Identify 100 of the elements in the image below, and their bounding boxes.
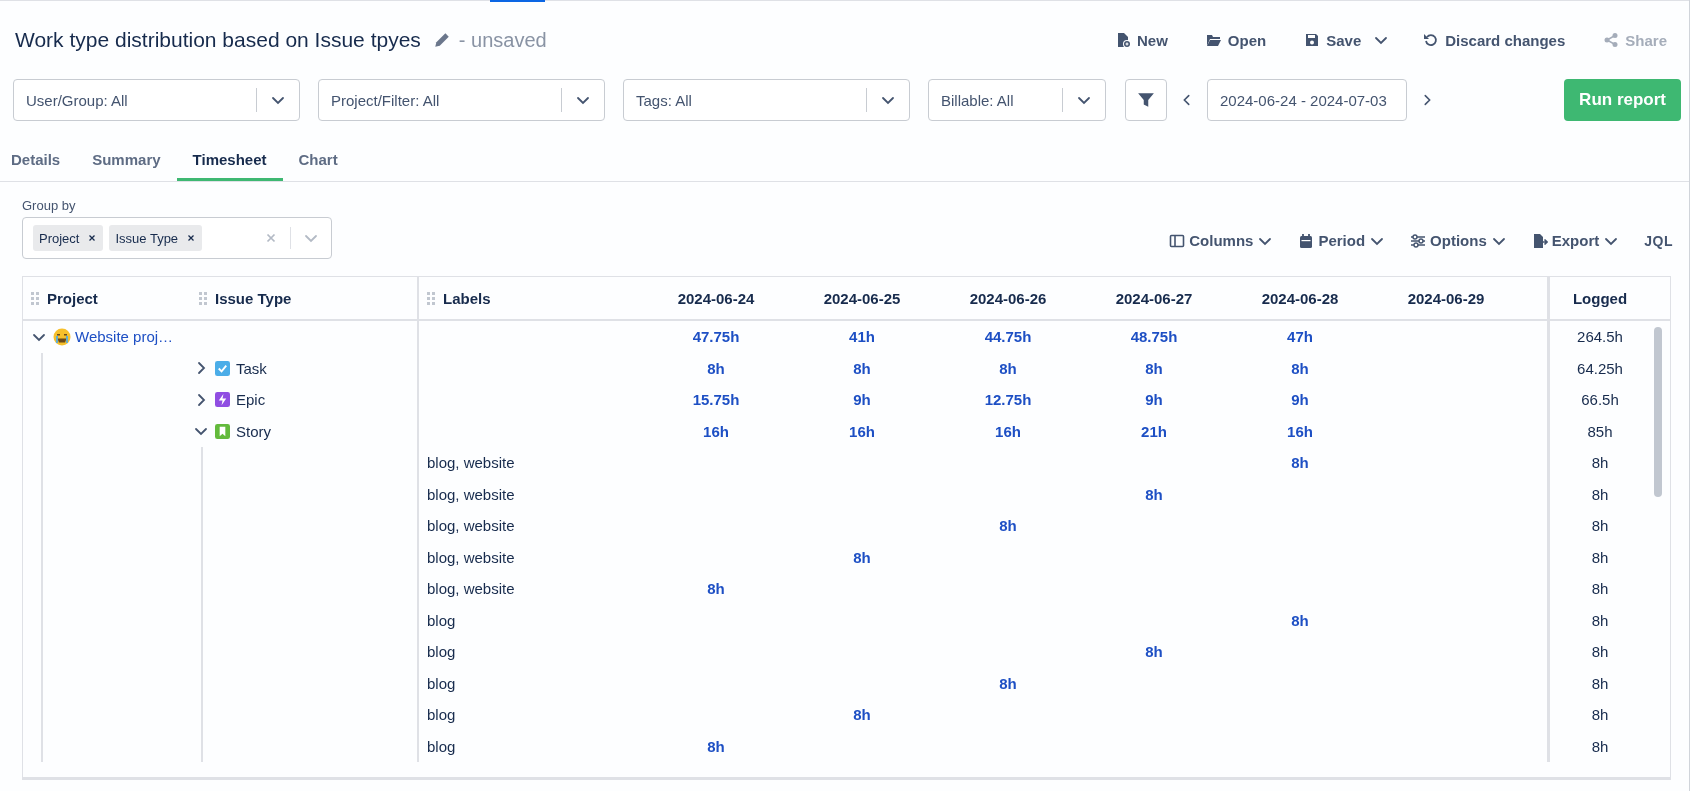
hours-link[interactable]: 12.75h (984, 391, 1032, 409)
hours-link[interactable]: 8h (1291, 611, 1309, 629)
issue-type-name: Story (236, 422, 271, 440)
label-cell: blog, website (427, 548, 515, 566)
filter-button[interactable] (1125, 79, 1167, 121)
view-menu-button[interactable]: Options (1410, 232, 1507, 249)
hours-link[interactable]: 16h (1287, 422, 1313, 440)
column-header[interactable]: Project (47, 289, 98, 307)
remove-icon[interactable] (186, 233, 197, 243)
hours-link[interactable]: 47.75h (692, 328, 740, 346)
column-header[interactable]: Labels (443, 289, 491, 307)
view-menu-button[interactable]: Columns (1169, 232, 1274, 249)
active-indicator (490, 0, 545, 2)
column-header[interactable]: Logged (1572, 289, 1628, 307)
label-cell: blog, website (427, 580, 515, 598)
logged-total: 8h (1591, 706, 1609, 724)
hours-link[interactable]: 8h (853, 359, 871, 377)
filter-dropdown[interactable]: Billable: All (928, 79, 1106, 121)
hours-link[interactable]: 8h (853, 706, 871, 724)
filter-dropdown[interactable]: Tags: All (623, 79, 910, 121)
hours-link[interactable]: 8h (999, 674, 1017, 692)
logged-total: 66.5h (1581, 391, 1619, 409)
funnel-icon (1137, 91, 1155, 109)
hours-link[interactable]: 16h (995, 422, 1021, 440)
toolbar-button[interactable]: New (1107, 27, 1176, 53)
column-header[interactable]: 2024-06-27 (1115, 289, 1193, 307)
folder-icon (1205, 32, 1222, 48)
share-icon (1603, 32, 1620, 48)
hours-link[interactable]: 15.75h (692, 391, 740, 409)
scrollbar-thumb[interactable] (1654, 327, 1662, 497)
label-cell: blog, website (427, 517, 515, 535)
logged-total: 8h (1591, 485, 1609, 503)
filter-dropdown[interactable]: Project/Filter: All (318, 79, 605, 121)
hours-link[interactable]: 8h (1145, 643, 1163, 661)
column-header[interactable]: 2024-06-29 (1407, 289, 1485, 307)
label-cell: blog (427, 674, 456, 692)
hours-link[interactable]: 9h (853, 391, 871, 409)
group-chip[interactable]: Issue Type (109, 225, 203, 251)
hours-link[interactable]: 9h (1291, 391, 1309, 409)
label-cell: blog (427, 737, 456, 755)
toolbar-button[interactable]: Open (1197, 27, 1275, 53)
hours-link[interactable]: 41h (849, 328, 875, 346)
hours-link[interactable]: 8h (707, 580, 725, 598)
crying-emoji-icon (53, 327, 71, 346)
hours-link[interactable]: 8h (1145, 359, 1163, 377)
date-range-field[interactable]: 2024-06-24 - 2024-07-03 (1207, 79, 1407, 121)
drag-handle-icon[interactable] (427, 291, 435, 305)
logged-total: 85h (1587, 422, 1613, 440)
project-link[interactable]: Website proj… (75, 328, 174, 346)
hours-link[interactable]: 8h (1145, 485, 1163, 503)
hours-link[interactable]: 8h (707, 737, 725, 755)
hours-link[interactable]: 16h (849, 422, 875, 440)
view-menu-button[interactable]: JQL (1644, 232, 1673, 249)
group-chip[interactable]: Project (33, 225, 104, 251)
hours-link[interactable]: 48.75h (1130, 328, 1178, 346)
hours-link[interactable]: 8h (999, 517, 1017, 535)
logged-total: 8h (1591, 454, 1609, 472)
logged-total: 8h (1591, 674, 1609, 692)
drag-handle-icon[interactable] (199, 291, 207, 305)
logged-total: 8h (1591, 737, 1609, 755)
group-by-field[interactable]: Project Issue Type (22, 217, 332, 259)
toolbar-button[interactable]: Save (1296, 27, 1370, 53)
remove-icon[interactable] (87, 233, 98, 243)
hours-link[interactable]: 21h (1141, 422, 1167, 440)
column-header[interactable]: 2024-06-24 (677, 289, 755, 307)
hours-link[interactable]: 8h (1291, 454, 1309, 472)
filter-dropdown[interactable]: User/Group: All (13, 79, 300, 121)
hours-link[interactable]: 47h (1287, 328, 1313, 346)
issue-type-name: Epic (236, 391, 266, 409)
columns-icon (1169, 232, 1186, 249)
label-cell: blog, website (427, 485, 515, 503)
undo-icon (1423, 32, 1440, 48)
column-header[interactable]: 2024-06-25 (823, 289, 901, 307)
tab[interactable]: Chart (282, 141, 354, 181)
tab[interactable]: Summary (76, 141, 177, 181)
logged-total: 264.5h (1577, 328, 1623, 346)
view-menu-button[interactable]: Period (1298, 232, 1386, 249)
view-menu-button[interactable]: Export (1531, 232, 1620, 249)
hours-link[interactable]: 8h (853, 548, 871, 566)
column-header[interactable]: 2024-06-28 (1261, 289, 1339, 307)
tab[interactable]: Details (0, 141, 77, 181)
logged-total: 8h (1591, 580, 1609, 598)
hours-link[interactable]: 8h (999, 359, 1017, 377)
column-header[interactable]: Issue Type (215, 289, 292, 307)
column-header[interactable]: 2024-06-26 (969, 289, 1047, 307)
export-file-icon (1531, 232, 1548, 249)
field-label: Group by (22, 198, 77, 213)
label-cell: blog, website (427, 454, 515, 472)
hours-link[interactable]: 9h (1145, 391, 1163, 409)
hours-link[interactable]: 16h (703, 422, 729, 440)
hours-link[interactable]: 8h (707, 359, 725, 377)
edit-icon[interactable] (432, 31, 451, 49)
toolbar-button[interactable]: Discard changes (1415, 27, 1574, 53)
sliders-icon (1410, 232, 1427, 249)
tab[interactable]: Timesheet (176, 141, 283, 181)
hours-link[interactable]: 8h (1291, 359, 1309, 377)
logged-total: 8h (1591, 517, 1609, 535)
logged-total: 8h (1591, 548, 1609, 566)
hours-link[interactable]: 44.75h (984, 328, 1032, 346)
drag-handle-icon[interactable] (31, 291, 39, 305)
